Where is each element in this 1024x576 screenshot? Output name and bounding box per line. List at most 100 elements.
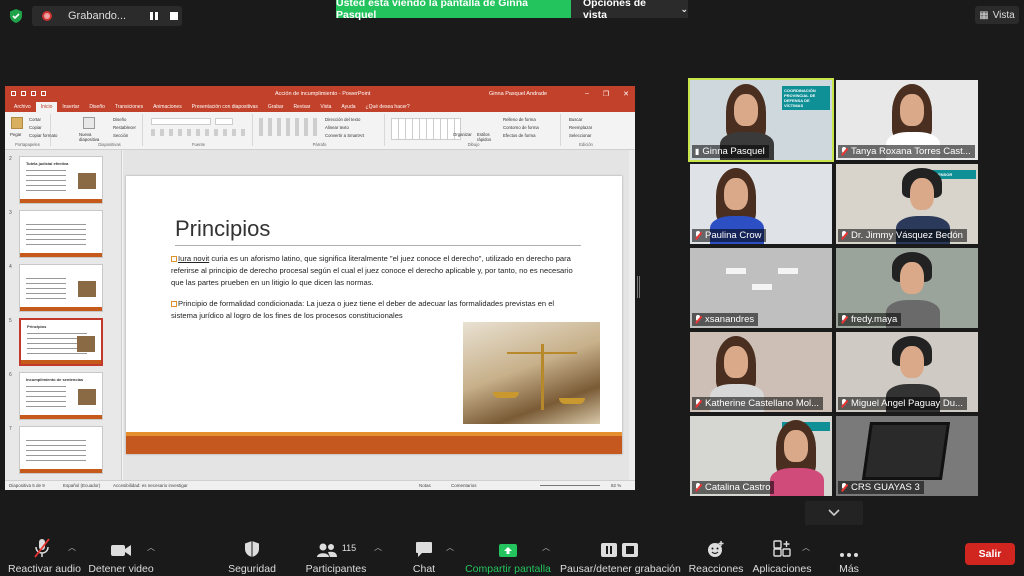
split-view-resize-handle[interactable] [637, 276, 640, 298]
reactions-button[interactable]: Reacciones [688, 538, 744, 575]
participants-button[interactable]: 115 Participantes [304, 538, 368, 575]
shape-outline-button[interactable]: Contorno de forma [503, 125, 539, 130]
accessibility-status[interactable]: Accesibilidad: es necesario investigar [113, 483, 188, 488]
participant-tile[interactable]: CRS GUAYAS 3 [836, 416, 978, 496]
participant-tile[interactable]: DEFENSORACatalina Castro [690, 416, 832, 496]
ppt-tab-6[interactable]: Presentación con diapositivas [187, 102, 263, 112]
video-options-caret-icon[interactable]: ︿ [147, 542, 155, 553]
font-family-select[interactable] [151, 118, 211, 125]
ppt-tab-11[interactable]: ¿Qué desea hacer? [361, 102, 415, 112]
participant-tile[interactable]: Miguel Angel Paguay Du... [836, 332, 978, 412]
shield-icon[interactable] [8, 8, 24, 24]
participant-tile[interactable]: Paulina Crow [690, 164, 832, 244]
participant-tile[interactable]: xsanandres [690, 248, 832, 328]
stop-recording-icon[interactable] [170, 12, 179, 20]
ppt-tab-1[interactable]: Inicio [35, 102, 58, 112]
ppt-tab-5[interactable]: Animaciones [148, 102, 187, 112]
security-button[interactable]: Seguridad [226, 538, 278, 575]
slide-thumbnails-pane[interactable]: 2 Tutela judicial efectiva 3 4 5 Principios 6 I… [5, 150, 122, 480]
restore-icon[interactable]: ❐ [603, 90, 609, 98]
cut-button[interactable]: Cortar [29, 117, 41, 122]
new-slide-icon[interactable] [83, 117, 95, 129]
new-slide-label[interactable]: Nueva diapositiva [79, 132, 109, 142]
slide-scrollbar[interactable] [629, 150, 635, 480]
language-indicator[interactable]: Español (Ecuador) [63, 483, 100, 488]
more-button[interactable]: Más [834, 538, 864, 575]
ppt-tab-7[interactable]: Grabar [263, 102, 289, 112]
ppt-tab-10[interactable]: Ayuda [336, 102, 360, 112]
format-painter-button[interactable]: Copiar formato [29, 133, 57, 138]
zoom-level[interactable]: 82 % [611, 483, 621, 488]
slide-editing-area[interactable]: Principios Iura novit curia es un aforis… [123, 150, 629, 480]
reset-button[interactable]: Restablecer [113, 125, 136, 130]
ppt-tab-0[interactable]: Archivo [9, 102, 36, 112]
text-direction-button[interactable]: Dirección del texto [325, 117, 360, 122]
paragraph-buttons[interactable] [259, 118, 319, 136]
ppt-tab-4[interactable]: Transiciones [110, 102, 148, 112]
ppt-tab-8[interactable]: Revisar [288, 102, 315, 112]
collapse-gallery-button[interactable] [805, 501, 863, 525]
font-format-buttons[interactable] [151, 129, 247, 136]
pause-recording-icon[interactable] [150, 12, 159, 20]
undo-icon[interactable] [21, 91, 26, 96]
copy-button[interactable]: Copiar [29, 125, 42, 130]
shapes-gallery[interactable] [391, 118, 461, 140]
slide-thumbnail[interactable]: Tutela judicial efectiva [19, 156, 103, 204]
save-icon[interactable] [11, 91, 16, 96]
audio-options-caret-icon[interactable]: ︿ [68, 542, 76, 553]
participants-options-caret-icon[interactable]: ︿ [374, 542, 382, 553]
muted-mic-icon [841, 483, 848, 492]
select-button[interactable]: Seleccionar [569, 133, 591, 138]
share-screen-button[interactable]: Compartir pantalla [464, 538, 552, 575]
chat-options-caret-icon[interactable]: ︿ [446, 542, 454, 553]
view-button[interactable]: ▦ Vista [975, 6, 1019, 24]
view-options-button[interactable]: Opciones de vista ⌄ [571, 0, 688, 21]
zoom-slider[interactable] [540, 485, 600, 486]
stop-video-button[interactable]: Detener video [88, 538, 154, 575]
slide-thumbnail[interactable]: Principios [19, 318, 103, 366]
present-icon[interactable] [41, 91, 46, 96]
slide-title[interactable]: Principios [175, 216, 270, 242]
unmute-audio-button[interactable]: Reactivar audio [8, 538, 81, 575]
leave-meeting-button[interactable]: Salir [965, 543, 1015, 565]
view-button-label: Vista [992, 9, 1015, 21]
participant-tile[interactable]: DEFENSOR Dr. Jimmy Vásquez Bedón [836, 164, 978, 244]
replace-button[interactable]: Reemplazar [569, 125, 592, 130]
chat-button[interactable]: Chat [406, 538, 442, 575]
slide-paragraph-2[interactable]: Principio de formalidad condicionada: La… [171, 298, 581, 322]
redo-icon[interactable] [31, 91, 36, 96]
font-size-select[interactable] [215, 118, 233, 125]
quick-styles-button[interactable]: Estilos rápidos [477, 132, 495, 142]
layout-button[interactable]: Diseño [113, 117, 126, 122]
section-button[interactable]: Sección [113, 133, 128, 138]
comments-button[interactable]: Comentarios [451, 483, 477, 488]
notes-button[interactable]: Notas [419, 483, 431, 488]
minimize-icon[interactable]: – [585, 90, 589, 98]
align-text-button[interactable]: Alinear texto [325, 125, 349, 130]
ppt-tab-2[interactable]: Insertar [57, 102, 84, 112]
participant-tile[interactable]: COORDINACIÓN PROVINCIAL DE DEFENSA DE VÍ… [688, 78, 834, 162]
current-slide[interactable]: Principios Iura novit curia es un aforis… [126, 176, 622, 454]
slide-thumbnail[interactable] [19, 264, 103, 312]
paste-label[interactable]: Pegar [10, 132, 21, 137]
pause-stop-recording-button[interactable]: Pausar/detener grabación [560, 538, 681, 575]
find-button[interactable]: Buscar [569, 117, 582, 122]
shape-effects-button[interactable]: Efectos de forma [503, 133, 535, 138]
apps-options-caret-icon[interactable]: ︿ [802, 542, 810, 553]
smartart-button[interactable]: Convertir a SmartArt [325, 133, 364, 138]
slide-thumbnail[interactable] [19, 426, 103, 474]
participant-tile[interactable]: Tanya Roxana Torres Cast... [836, 80, 978, 160]
shape-fill-button[interactable]: Relleno de forma [503, 117, 536, 122]
justice-scale-books-image[interactable] [463, 322, 600, 424]
close-icon[interactable]: ✕ [623, 90, 629, 98]
slide-thumbnail[interactable]: Incumplimiento de sentencias [19, 372, 103, 420]
participant-tile[interactable]: fredy.maya [836, 248, 978, 328]
slide-paragraph-1[interactable]: Iura novit curia es un aforismo latino, … [171, 253, 581, 289]
participant-tile[interactable]: Katherine Castellano Mol... [690, 332, 832, 412]
paste-icon[interactable] [11, 117, 23, 129]
arrange-button[interactable]: Organizar [453, 132, 472, 137]
slide-thumbnail[interactable] [19, 210, 103, 258]
share-options-caret-icon[interactable]: ︿ [542, 542, 550, 553]
ppt-tab-9[interactable]: Vista [315, 102, 336, 112]
ppt-tab-3[interactable]: Diseño [84, 102, 110, 112]
